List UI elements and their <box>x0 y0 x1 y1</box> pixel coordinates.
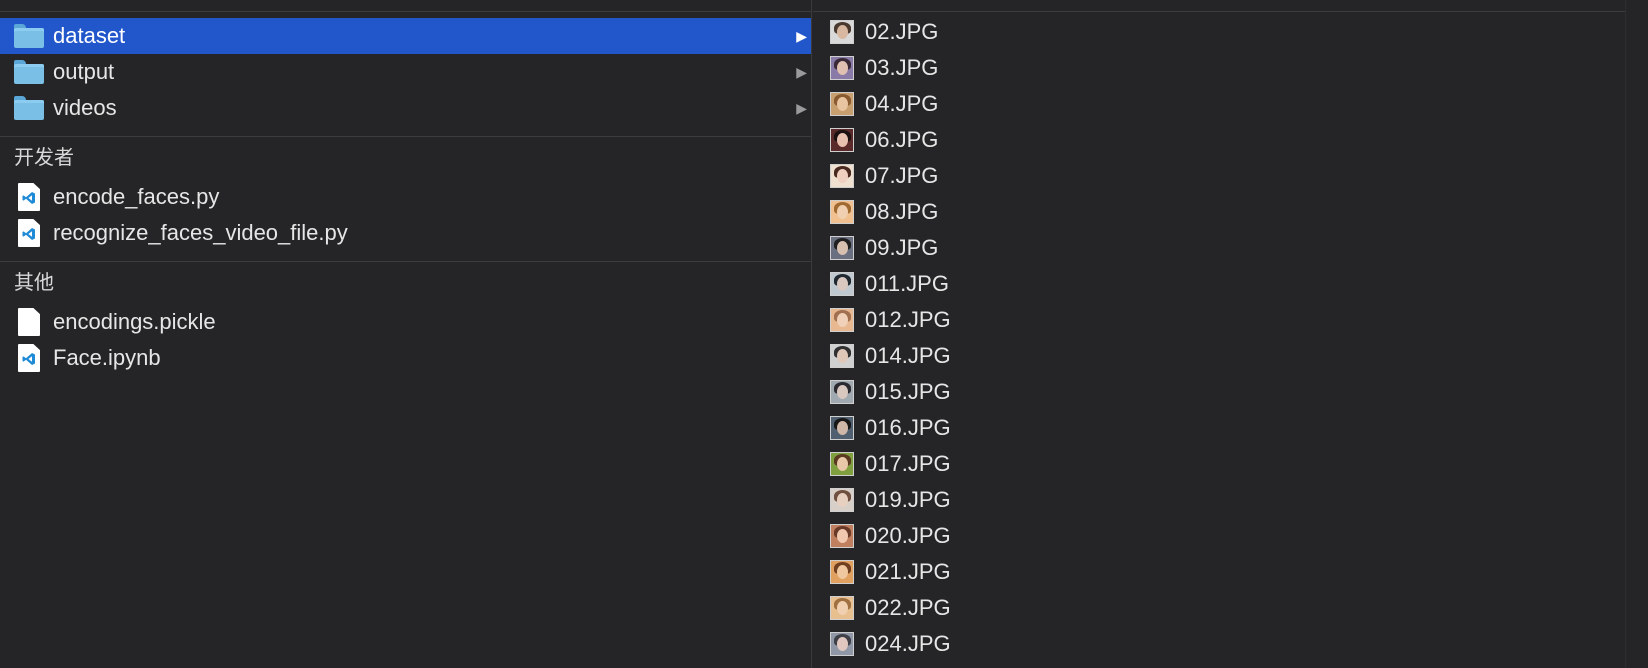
image-thumbnail-icon <box>829 487 855 513</box>
image-file-label: 016.JPG <box>865 415 951 440</box>
file-label: encodings.pickle <box>53 309 216 334</box>
image-thumbnail-icon <box>829 451 855 477</box>
folder-icon <box>14 23 44 49</box>
right-column: 02.JPG 03.JPG 04.JPG 06.JPG 07.JPG 08.JPG 09.J… <box>813 0 1625 668</box>
image-file-row[interactable]: 06.JPG <box>813 122 1625 158</box>
folder-icon <box>14 95 44 121</box>
image-file-label: 021.JPG <box>865 559 951 584</box>
folder-label: output <box>53 59 115 84</box>
folder-label: videos <box>53 95 117 120</box>
image-file-row[interactable]: 011.JPG <box>813 266 1625 302</box>
image-file-row[interactable]: 024.JPG <box>813 626 1625 662</box>
image-file-list: 02.JPG 03.JPG 04.JPG 06.JPG 07.JPG 08.JPG 09.J… <box>813 12 1625 662</box>
folder-list: dataset ▶ output ▶ videos ▶ <box>0 12 811 126</box>
left-column: dataset ▶ output ▶ videos ▶ 开发者 encode_f… <box>0 0 812 668</box>
image-thumbnail-icon <box>829 91 855 117</box>
image-thumbnail-icon <box>829 127 855 153</box>
image-file-label: 04.JPG <box>865 91 939 116</box>
image-file-label: 02.JPG <box>865 19 939 44</box>
image-thumbnail-icon <box>829 631 855 657</box>
image-file-row[interactable]: 016.JPG <box>813 410 1625 446</box>
image-thumbnail-icon <box>829 199 855 225</box>
image-file-row[interactable]: 017.JPG <box>813 446 1625 482</box>
image-thumbnail-icon <box>829 559 855 585</box>
image-file-row[interactable]: 019.JPG <box>813 482 1625 518</box>
folder-row-dataset[interactable]: dataset ▶ <box>0 18 811 54</box>
image-file-label: 015.JPG <box>865 379 951 404</box>
vscode-file-icon <box>14 219 44 247</box>
right-column-header <box>813 0 1625 12</box>
image-file-label: 024.JPG <box>865 631 951 656</box>
image-file-row[interactable]: 022.JPG <box>813 590 1625 626</box>
section-title-developer: 开发者 <box>14 147 74 169</box>
image-file-row[interactable]: 02.JPG <box>813 14 1625 50</box>
image-file-label: 017.JPG <box>865 451 951 476</box>
finder-window: dataset ▶ output ▶ videos ▶ 开发者 encode_f… <box>0 0 1648 668</box>
chevron-right-icon: ▶ <box>796 100 807 116</box>
file-row-encode-faces[interactable]: encode_faces.py <box>0 179 811 215</box>
image-file-row[interactable]: 03.JPG <box>813 50 1625 86</box>
image-file-row[interactable]: 021.JPG <box>813 554 1625 590</box>
image-file-label: 012.JPG <box>865 307 951 332</box>
image-thumbnail-icon <box>829 595 855 621</box>
image-file-label: 08.JPG <box>865 199 939 224</box>
image-file-row[interactable]: 012.JPG <box>813 302 1625 338</box>
image-thumbnail-icon <box>829 163 855 189</box>
folder-row-output[interactable]: output ▶ <box>0 54 811 90</box>
image-file-row[interactable]: 015.JPG <box>813 374 1625 410</box>
image-thumbnail-icon <box>829 415 855 441</box>
folder-row-videos[interactable]: videos ▶ <box>0 90 811 126</box>
image-thumbnail-icon <box>829 271 855 297</box>
folder-label: dataset <box>53 23 126 48</box>
image-file-label: 03.JPG <box>865 55 939 80</box>
image-thumbnail-icon <box>829 379 855 405</box>
left-column-header <box>0 0 811 12</box>
scrollbar-gutter[interactable] <box>1625 0 1648 668</box>
image-file-label: 06.JPG <box>865 127 939 152</box>
folder-icon <box>14 59 44 85</box>
image-thumbnail-icon <box>829 235 855 261</box>
image-file-label: 019.JPG <box>865 487 951 512</box>
chevron-right-icon: ▶ <box>796 64 807 80</box>
file-row-encodings-pickle[interactable]: encodings.pickle <box>0 304 811 340</box>
image-file-row[interactable]: 014.JPG <box>813 338 1625 374</box>
image-file-label: 022.JPG <box>865 595 951 620</box>
file-row-face-ipynb[interactable]: Face.ipynb <box>0 340 811 376</box>
image-file-row[interactable]: 07.JPG <box>813 158 1625 194</box>
image-thumbnail-icon <box>829 343 855 369</box>
image-file-label: 011.JPG <box>865 271 949 296</box>
file-row-recognize-faces[interactable]: recognize_faces_video_file.py <box>0 215 811 251</box>
section-title-other: 其他 <box>14 272 54 294</box>
image-file-row[interactable]: 09.JPG <box>813 230 1625 266</box>
image-thumbnail-icon <box>829 523 855 549</box>
image-file-row[interactable]: 08.JPG <box>813 194 1625 230</box>
file-label: encode_faces.py <box>53 184 220 209</box>
vscode-file-icon <box>14 344 44 372</box>
vscode-file-icon <box>14 183 44 211</box>
image-thumbnail-icon <box>829 307 855 333</box>
chevron-right-icon: ▶ <box>796 28 807 44</box>
image-file-row[interactable]: 020.JPG <box>813 518 1625 554</box>
image-thumbnail-icon <box>829 55 855 81</box>
image-file-label: 014.JPG <box>865 343 951 368</box>
blank-file-icon <box>14 308 44 336</box>
image-file-label: 020.JPG <box>865 523 951 548</box>
image-file-row[interactable]: 04.JPG <box>813 86 1625 122</box>
image-thumbnail-icon <box>829 19 855 45</box>
file-label: recognize_faces_video_file.py <box>53 220 348 245</box>
image-file-label: 07.JPG <box>865 163 939 188</box>
file-label: Face.ipynb <box>53 345 161 370</box>
image-file-label: 09.JPG <box>865 235 939 260</box>
